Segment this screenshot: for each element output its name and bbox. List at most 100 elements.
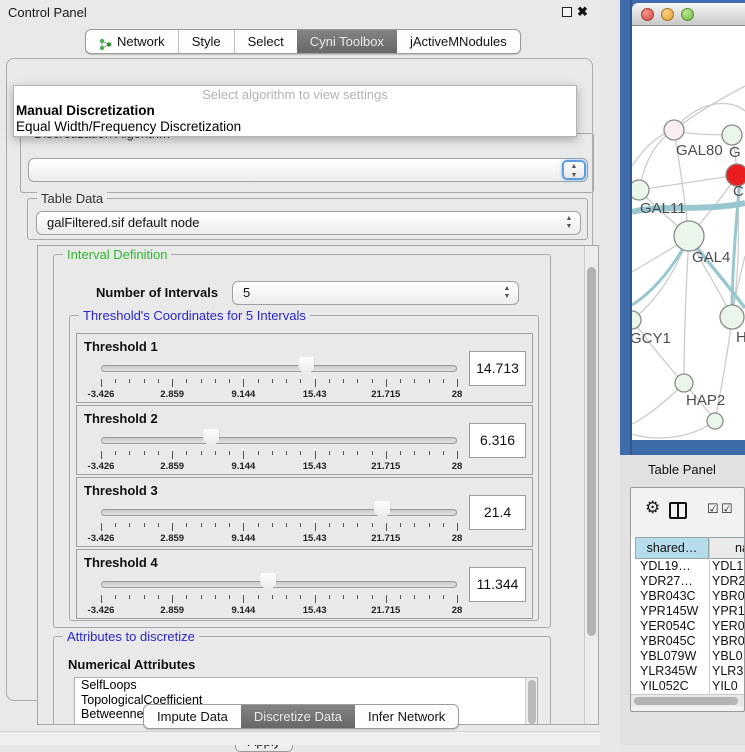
close-light-icon[interactable] bbox=[641, 8, 654, 21]
tab-jactivemnodules[interactable]: jActiveMNodules bbox=[397, 30, 520, 53]
tab-discretize-data[interactable]: Discretize Data bbox=[241, 705, 355, 728]
slider-tick-labels: -3.4262.8599.14415.4321.71528 bbox=[101, 461, 457, 473]
threshold-value-box[interactable]: 11.344 bbox=[469, 567, 526, 602]
table-row[interactable]: YIL052C YIL0 bbox=[631, 679, 745, 694]
network-node[interactable] bbox=[632, 180, 649, 200]
close-icon[interactable]: ✖ bbox=[577, 4, 588, 20]
tab-network[interactable]: Network bbox=[86, 30, 178, 53]
popup-item[interactable]: Equal Width/Frequency Discretization bbox=[14, 119, 576, 135]
combo-stepper-icon[interactable]: ▲▼ bbox=[562, 160, 586, 180]
slider-ticks bbox=[101, 379, 457, 388]
cell-name[interactable]: YBR0 bbox=[712, 589, 745, 604]
network-node[interactable] bbox=[722, 125, 742, 145]
tab-infer-network[interactable]: Infer Network bbox=[355, 705, 458, 728]
list-scrollbar[interactable] bbox=[525, 678, 537, 725]
slider-track[interactable] bbox=[101, 581, 457, 588]
slider-track[interactable] bbox=[101, 509, 457, 516]
table-row[interactable]: YBR045C YBR0 bbox=[631, 634, 745, 649]
tab-label: Infer Network bbox=[368, 705, 445, 728]
columns-icon[interactable] bbox=[669, 502, 687, 519]
threshold-value-box[interactable]: 21.4 bbox=[469, 495, 526, 530]
network-canvas[interactable]: GAL80GCGAL11GAL4GCY1HHAP2 bbox=[632, 26, 745, 440]
slider-thumb[interactable] bbox=[203, 429, 219, 449]
gear-icon[interactable]: ⚙ bbox=[645, 498, 660, 518]
table-row[interactable]: YPR145W YPR1 bbox=[631, 604, 745, 619]
cyni-toolbox-panel: Discretization Algorithm ▲▼ Table Data g… bbox=[6, 58, 593, 701]
threshold-label: Threshold 2 bbox=[84, 411, 158, 426]
slider-thumb[interactable] bbox=[260, 573, 276, 593]
network-node[interactable] bbox=[720, 305, 744, 329]
tab-label: Select bbox=[248, 30, 284, 53]
cell-shared-name[interactable]: YPR145W bbox=[640, 604, 698, 619]
cell-shared-name[interactable]: YIL052C bbox=[640, 679, 689, 694]
slider-thumb[interactable] bbox=[298, 357, 314, 377]
cell-name[interactable]: YPR1 bbox=[712, 604, 745, 619]
cell-name[interactable]: YBR0 bbox=[712, 634, 745, 649]
group-title: Interval Definition bbox=[63, 247, 171, 262]
network-node[interactable] bbox=[675, 374, 693, 392]
scrollbar-thumb[interactable] bbox=[587, 267, 596, 636]
tab-impute-data[interactable]: Impute Data bbox=[144, 705, 241, 728]
tab-label: Style bbox=[192, 30, 221, 53]
cell-name[interactable]: YDL1 bbox=[712, 559, 743, 574]
horizontal-scrollbar[interactable] bbox=[631, 694, 745, 706]
cell-shared-name[interactable]: YDR27… bbox=[640, 574, 693, 589]
table-panel: Table Panel ⚙ ☑ ☑ shared… na YDL19…YDL1Y… bbox=[620, 455, 745, 745]
window-title: Control Panel bbox=[8, 5, 87, 20]
number-of-intervals-label: Number of Intervals bbox=[96, 285, 218, 300]
table-row[interactable]: YBR043C YBR0 bbox=[631, 589, 745, 604]
algorithm-combo[interactable]: ▲▼ bbox=[28, 158, 588, 182]
cell-shared-name[interactable]: YBR043C bbox=[640, 589, 696, 604]
cell-shared-name[interactable]: YER054C bbox=[640, 619, 696, 634]
cell-shared-name[interactable]: YBR045C bbox=[640, 634, 696, 649]
tab-select[interactable]: Select bbox=[234, 30, 297, 53]
cell-name[interactable]: YDR2 bbox=[712, 574, 745, 589]
network-node[interactable] bbox=[674, 221, 704, 251]
table-row[interactable]: YER054C YER0 bbox=[631, 619, 745, 634]
cell-name[interactable]: YBL0 bbox=[712, 649, 743, 664]
network-graph[interactable]: GAL80GCGAL11GAL4GCY1HHAP2 bbox=[632, 26, 745, 440]
control-panel-titlebar: Control Panel ✖ bbox=[0, 0, 600, 26]
attribute-list-item[interactable]: SelfLoops bbox=[75, 678, 537, 693]
popup-item[interactable]: Manual Discretization bbox=[14, 103, 576, 119]
tab-label: Discretize Data bbox=[254, 705, 342, 728]
minimize-light-icon[interactable] bbox=[661, 8, 674, 21]
zoom-light-icon[interactable] bbox=[681, 8, 694, 21]
table-row[interactable]: YBL079W YBL0 bbox=[631, 649, 745, 664]
tab-cyni-toolbox[interactable]: Cyni Toolbox bbox=[297, 30, 397, 53]
bottom-tab-bar: Impute Data Discretize Data Infer Network bbox=[143, 704, 459, 729]
network-node[interactable] bbox=[707, 413, 723, 429]
tab-label: jActiveMNodules bbox=[410, 30, 507, 53]
scrollbar-thumb[interactable] bbox=[634, 697, 738, 705]
column-header-shared[interactable]: shared… bbox=[635, 537, 709, 559]
network-node[interactable] bbox=[664, 120, 684, 140]
cell-name[interactable]: YIL0 bbox=[712, 679, 738, 694]
threshold-value-box[interactable]: 14.713 bbox=[469, 351, 526, 386]
cell-name[interactable]: YER0 bbox=[712, 619, 745, 634]
group-title: Attributes to discretize bbox=[63, 629, 199, 644]
cell-name[interactable]: YLR3 bbox=[712, 664, 743, 679]
threshold-value-box[interactable]: 6.316 bbox=[469, 423, 526, 458]
table-row[interactable]: YLR345W YLR3 bbox=[631, 664, 745, 679]
node-label: GCY1 bbox=[632, 330, 671, 347]
table-row[interactable]: YDR27… YDR2 bbox=[631, 574, 745, 589]
slider-track[interactable] bbox=[101, 365, 457, 372]
cell-shared-name[interactable]: YBL079W bbox=[640, 649, 696, 664]
cell-shared-name[interactable]: YDL19… bbox=[640, 559, 691, 574]
table-data-combo[interactable]: galFiltered.sif default node ▲▼ bbox=[36, 211, 581, 235]
slider-thumb[interactable] bbox=[374, 501, 390, 521]
column-header-name[interactable]: na bbox=[709, 537, 745, 559]
checkbox-icon[interactable]: ☑ bbox=[721, 501, 733, 517]
tab-label: Impute Data bbox=[157, 705, 228, 728]
slider-track[interactable] bbox=[101, 437, 457, 444]
scrollbar-thumb[interactable] bbox=[528, 680, 536, 724]
node-label: GAL80 bbox=[676, 142, 723, 159]
checkbox-icon[interactable]: ☑ bbox=[707, 501, 719, 517]
cell-shared-name[interactable]: YLR345W bbox=[640, 664, 697, 679]
network-window-titlebar[interactable] bbox=[632, 3, 745, 26]
vertical-scrollbar[interactable] bbox=[584, 246, 598, 724]
table-row[interactable]: YDL19… YDL1 bbox=[631, 559, 745, 574]
tab-style[interactable]: Style bbox=[178, 30, 234, 53]
float-icon[interactable] bbox=[562, 7, 572, 17]
number-of-intervals-combo[interactable]: 5 ▲▼ bbox=[232, 281, 519, 305]
